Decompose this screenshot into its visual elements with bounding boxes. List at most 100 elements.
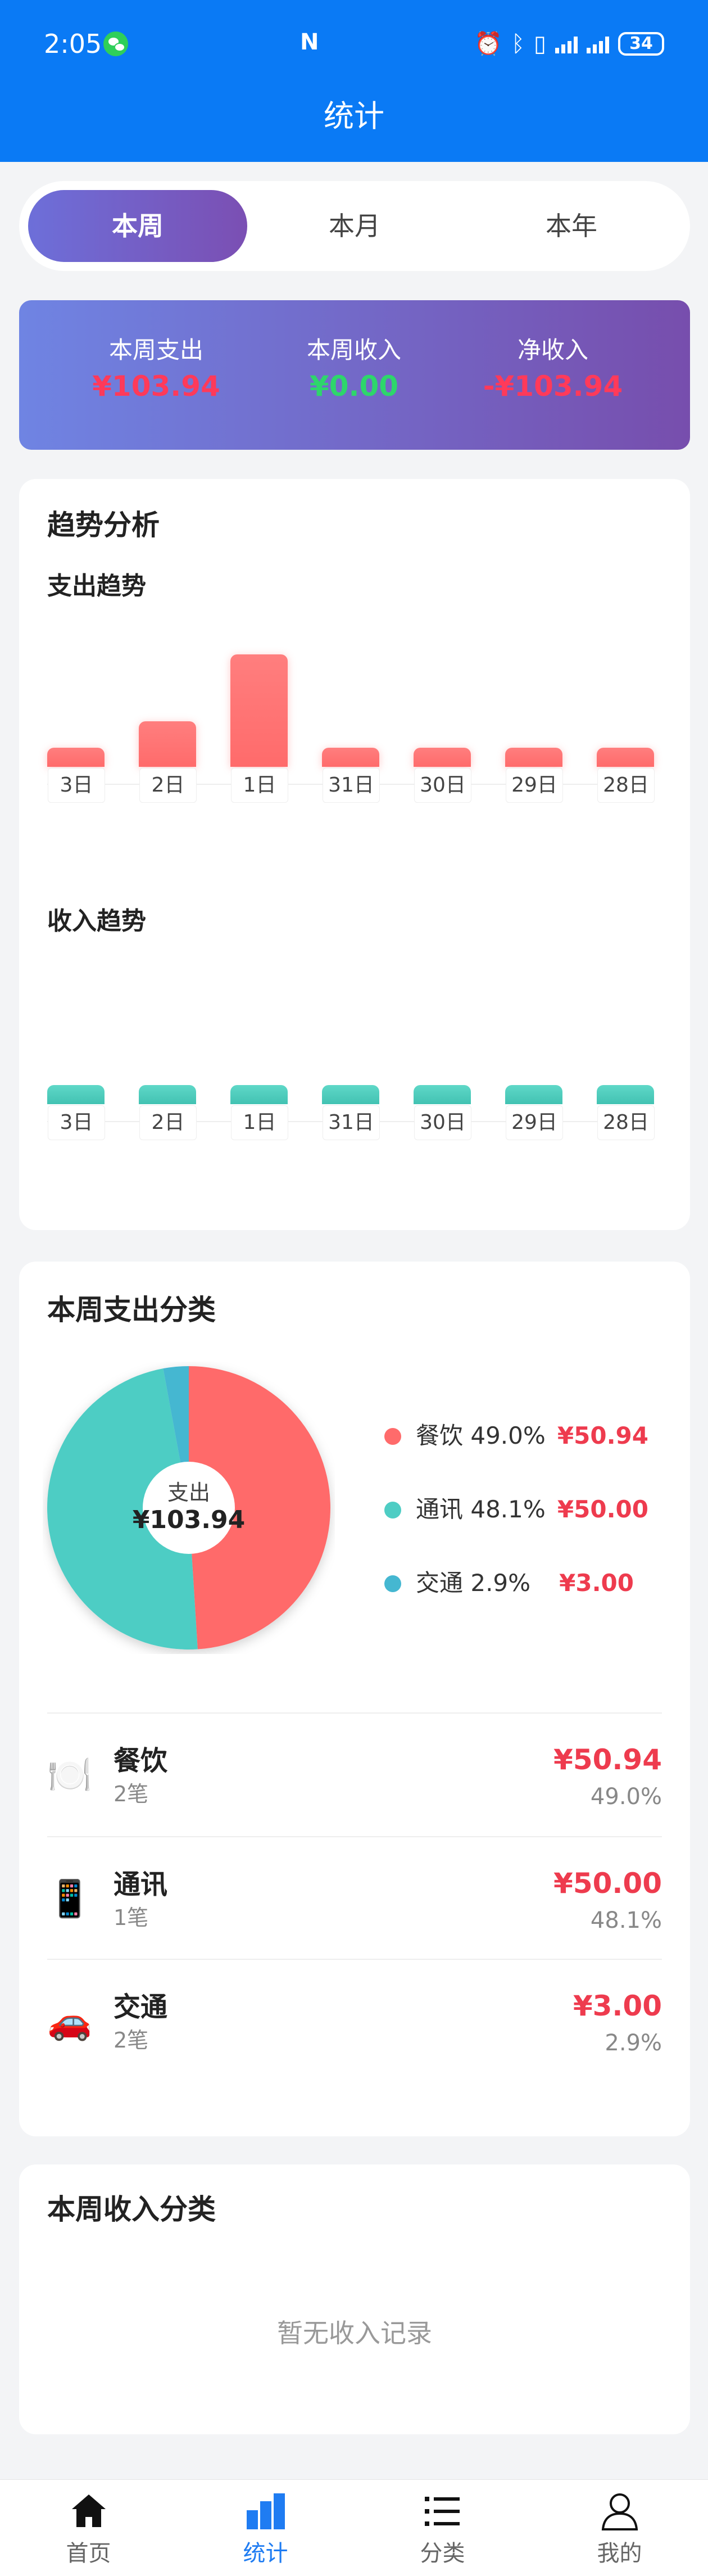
nav-home[interactable]: 首页 (0, 2480, 177, 2576)
summary-income-label: 本周收入 (306, 336, 401, 364)
legend-item-food: 餐饮 49.0% ¥50.94 (384, 1419, 677, 1453)
category-percent: 49.0% (590, 1784, 662, 1810)
income-trend-title: 收入趋势 (47, 907, 146, 936)
app-header: 2:05 N ⏰ ᛒ ▯ 34 统计 (0, 0, 708, 162)
expense-trend-tick-label: 30日 (414, 768, 471, 803)
expense-trend-tick-label: 1日 (231, 768, 288, 803)
legend-amount: ¥50.00 (557, 1495, 648, 1523)
category-percent: 2.9% (605, 2030, 662, 2056)
income-trend-tick-label: 2日 (139, 1105, 197, 1140)
expense-trend-title: 支出趋势 (47, 572, 146, 600)
income-trend-chart: 3日 2日 1日 31日 30日 29日 28日 (19, 940, 690, 1154)
legend-dot (384, 1502, 401, 1519)
income-trend-tick-label: 29日 (506, 1105, 563, 1140)
expense-trend-tick-label: 3日 (48, 768, 105, 803)
signal-icon-2 (587, 34, 609, 53)
nav-profile[interactable]: 我的 (531, 2480, 708, 2576)
income-trend-bar (230, 1085, 288, 1104)
period-tabs: 本周 本月 本年 (19, 181, 690, 271)
empty-state-text: 暂无收入记录 (277, 2318, 432, 2348)
legend-dot (384, 1575, 401, 1592)
legend-label: 通讯 48.1% (416, 1495, 546, 1523)
income-category-title: 本周收入分类 (47, 2193, 216, 2226)
car-icon: 🚗 (47, 2001, 92, 2042)
bottom-nav: 首页 统计 分类 我的 (0, 2479, 708, 2576)
status-time: 2:05 (44, 29, 102, 59)
summary-income: 本周收入 ¥0.00 (270, 334, 438, 406)
nav-stats[interactable]: 统计 (177, 2480, 354, 2576)
income-trend-tick-label: 28日 (597, 1105, 655, 1140)
category-percent: 48.1% (590, 1908, 662, 1933)
expense-trend-bar (230, 654, 288, 767)
income-trend-bar (505, 1085, 562, 1104)
nav-label: 我的 (597, 2541, 642, 2566)
legend-amount: ¥50.94 (557, 1422, 648, 1449)
expense-trend-bar (505, 748, 562, 767)
category-row-telecom[interactable]: 📱 通讯 1笔 ¥50.00 48.1% (19, 1837, 690, 1960)
summary-net: 净收入 -¥103.94 (469, 334, 637, 406)
legend-label: 交通 2.9% (416, 1569, 531, 1597)
income-trend-bar (139, 1085, 196, 1104)
nav-label: 统计 (243, 2541, 288, 2566)
nav-label: 分类 (420, 2541, 465, 2566)
battery-icon: 34 (618, 32, 664, 56)
expense-trend-bar (414, 748, 471, 767)
expense-category-card: 本周支出分类 支出 ¥103.94 餐饮 49.0% ¥50.94 通讯 48.… (19, 1262, 690, 2136)
legend-item-transport: 交通 2.9% ¥3.00 (384, 1566, 677, 1600)
alarm-icon: ⏰ (474, 31, 502, 57)
wechat-icon (103, 31, 128, 56)
expense-trend-bar (139, 721, 196, 767)
expense-trend-tick-label: 31日 (323, 768, 380, 803)
summary-expense-label: 本周支出 (108, 336, 203, 364)
expense-trend-bar (47, 748, 105, 767)
home-icon (72, 2494, 106, 2527)
summary-expense: 本周支出 ¥103.94 (72, 334, 240, 406)
income-trend-tick-label: 30日 (414, 1105, 471, 1140)
legend-amount: ¥3.00 (559, 1569, 634, 1597)
list-icon (425, 2497, 460, 2526)
expense-trend-tick-label: 29日 (506, 768, 563, 803)
trend-title: 趋势分析 (47, 509, 160, 541)
legend-item-telecom: 通讯 48.1% ¥50.00 (384, 1493, 677, 1526)
income-trend-bar (414, 1085, 471, 1104)
category-name: 餐饮 (114, 1745, 168, 1777)
income-trend-bar (597, 1085, 654, 1104)
income-trend-tick-label: 3日 (48, 1105, 105, 1140)
category-row-transport[interactable]: 🚗 交通 2笔 ¥3.00 2.9% (19, 1960, 690, 2082)
tab-month[interactable]: 本月 (245, 190, 464, 262)
chart-icon (247, 2493, 285, 2529)
tab-week[interactable]: 本周 (28, 190, 247, 262)
fork-knife-icon: 🍽️ (47, 1755, 92, 1796)
tab-year[interactable]: 本年 (462, 190, 681, 262)
expense-trend-chart: 3日 2日 1日 31日 30日 29日 28日 (19, 603, 690, 816)
pie-center-label: 支出 (167, 1480, 210, 1505)
page-title: 统计 (324, 98, 384, 134)
category-count: 2笔 (114, 1782, 149, 1806)
nav-category[interactable]: 分类 (354, 2480, 531, 2576)
category-amount: ¥50.00 (553, 1867, 662, 1900)
nfc-icon: N (300, 29, 319, 55)
income-trend-bar (322, 1085, 379, 1104)
income-trend-bar (47, 1085, 105, 1104)
summary-net-value: -¥103.94 (483, 370, 623, 403)
trend-card: 趋势分析 支出趋势 3日 2日 1日 31日 30日 29日 28日 收入趋势 3日 2日 1日… (19, 479, 690, 1230)
category-count: 2笔 (114, 2028, 149, 2053)
status-icons: ⏰ ᛒ ▯ 34 (474, 27, 664, 61)
summary-income-value: ¥0.00 (309, 370, 399, 403)
signal-icon (555, 34, 578, 53)
expense-pie-chart: 支出 ¥103.94 (47, 1366, 331, 1649)
legend-dot (384, 1428, 401, 1445)
income-trend-tick-label: 31日 (323, 1105, 380, 1140)
phone-icon: 📱 (47, 1878, 92, 1920)
expense-trend-tick-label: 28日 (597, 768, 655, 803)
category-row-food[interactable]: 🍽️ 餐饮 2笔 ¥50.94 49.0% (19, 1714, 690, 1836)
expense-trend-bar (597, 748, 654, 767)
category-amount: ¥50.94 (553, 1743, 662, 1776)
user-icon (601, 2493, 638, 2530)
expense-category-title: 本周支出分类 (47, 1294, 216, 1326)
expense-trend-bar (322, 748, 379, 767)
category-name: 通讯 (114, 1869, 168, 1900)
vibrate-icon: ▯ (533, 31, 546, 57)
income-category-card: 本周收入分类 暂无收入记录 (19, 2164, 690, 2434)
summary-expense-value: ¥103.94 (92, 370, 220, 403)
